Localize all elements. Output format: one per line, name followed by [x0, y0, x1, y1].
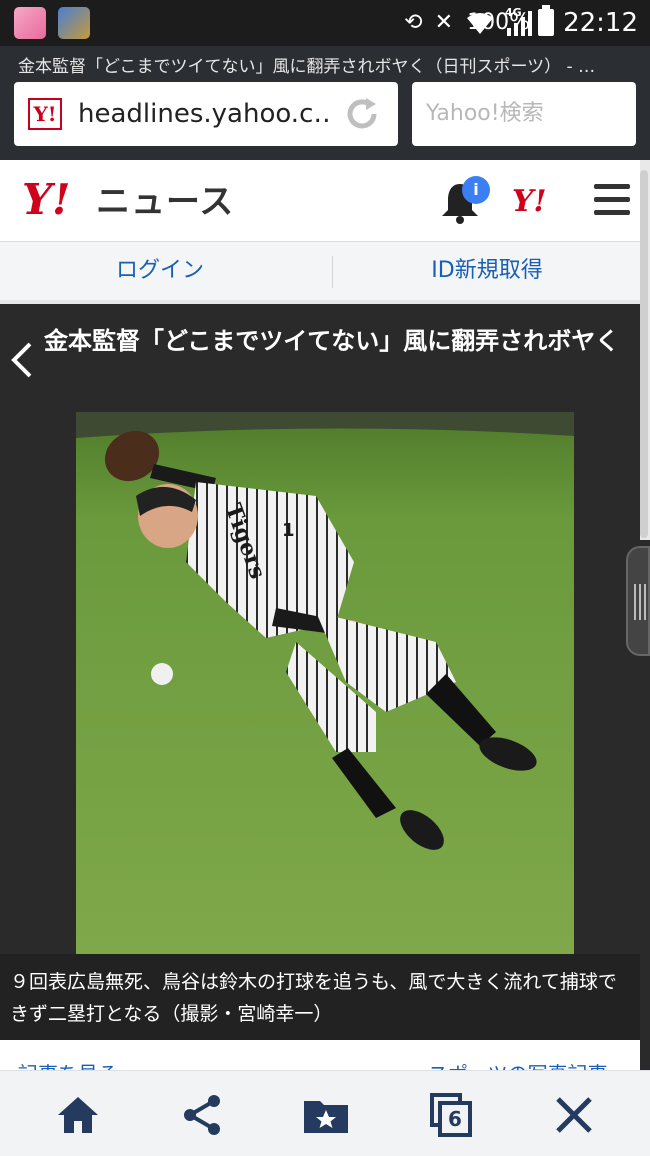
yahoo-logo[interactable]: Y!	[22, 176, 70, 224]
game-notification-icon	[58, 7, 90, 39]
login-bar: ログイン ID新規取得	[0, 242, 640, 304]
back-icon[interactable]	[8, 340, 36, 380]
close-icon[interactable]	[550, 1091, 598, 1139]
signup-link[interactable]: ID新規取得	[334, 242, 640, 300]
news-title[interactable]: ニュース	[96, 180, 234, 224]
battery-icon	[538, 5, 554, 36]
article-title: 金本監督「どこまでツイてない」風に翻弄されボヤく	[44, 327, 620, 355]
bookmark-icon[interactable]	[302, 1091, 350, 1139]
edge-panel-handle[interactable]	[626, 546, 650, 656]
related-links: 記事を見る スポーツの写真記事	[0, 1040, 640, 1070]
login-link[interactable]: ログイン	[0, 242, 320, 300]
photo-caption: ９回表広島無死、鳥谷は鈴木の打球を追うも、風で大きく流れて捕球できず二塁打となる…	[0, 954, 640, 1040]
vibrate-off-icon: ✕	[434, 10, 453, 35]
menu-icon[interactable]	[594, 184, 630, 216]
reload-icon[interactable]	[342, 94, 382, 134]
status-bar: ⟲ ✕ 4G 100% 22:12	[0, 0, 650, 46]
tabs-button[interactable]: 6	[428, 1091, 476, 1139]
bottom-toolbar: 6	[0, 1070, 650, 1156]
tabs-count: 6	[448, 1107, 462, 1131]
browser-chrome: 金本監督「どこまでツイてない」風に翻弄されボヤく（日刊スポーツ） - … Y! …	[0, 46, 650, 160]
site-favicon: Y!	[28, 98, 62, 130]
tab-title: 金本監督「どこまでツイてない」風に翻弄されボヤく（日刊スポーツ） - …	[18, 57, 596, 77]
home-icon[interactable]	[54, 1091, 102, 1139]
search-input[interactable]: Yahoo!検索	[412, 82, 636, 146]
url-bar[interactable]: Y! headlines.yahoo.c…	[14, 82, 398, 146]
scrollbar-thumb[interactable]	[640, 170, 648, 538]
yahoo-home-icon[interactable]: Y!	[512, 182, 547, 222]
jersey-number: 1	[282, 520, 295, 541]
rotate-icon: ⟲	[404, 10, 423, 35]
search-placeholder: Yahoo!検索	[426, 101, 544, 126]
clock: 22:12	[563, 8, 638, 38]
site-header: Y! ニュース Y!	[0, 160, 640, 242]
baseball-player-image	[76, 412, 574, 954]
url-text[interactable]: headlines.yahoo.c…	[78, 96, 328, 132]
notification-badge: i	[462, 176, 490, 204]
sports-photo-link[interactable]: スポーツの写真記事	[428, 1058, 608, 1070]
divider	[332, 256, 333, 288]
article-photo[interactable]	[76, 412, 574, 954]
share-icon[interactable]	[178, 1091, 226, 1139]
app-notification-icon	[14, 7, 46, 39]
read-article-link[interactable]: 記事を見る	[18, 1058, 118, 1070]
battery-percent: 100%	[467, 10, 530, 35]
article-header: 金本監督「どこまでツイてない」風に翻弄されボヤく	[0, 308, 640, 412]
